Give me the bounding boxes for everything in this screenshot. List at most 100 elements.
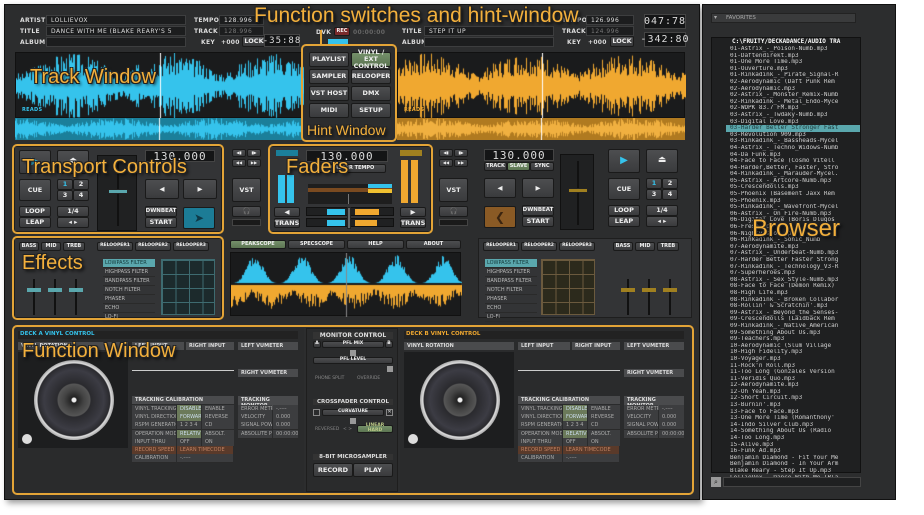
dmx-button[interactable]: DMX xyxy=(351,86,391,101)
direction-reverse-button[interactable]: ❮ xyxy=(484,206,516,228)
file-item[interactable]: 01-Astrix_-_Poison-Numb.mp3 xyxy=(726,46,860,53)
file-item[interactable]: 03-Rinkadink_-_Bassheads-Mycel xyxy=(726,138,860,145)
file-item[interactable]: 03-Digital Love.mp3 xyxy=(726,119,860,126)
nudge-forward-button[interactable]: ▶ xyxy=(522,178,554,198)
eq-mid-button[interactable]: MID xyxy=(41,242,61,251)
pfl-level-slider[interactable] xyxy=(387,366,393,372)
rewind-button[interactable]: ◀◀ xyxy=(439,159,453,167)
filter-item[interactable]: BANDPASS FILTER xyxy=(103,277,155,286)
play-button[interactable]: ▶ xyxy=(608,149,640,173)
deck-a-waveform[interactable] xyxy=(15,52,304,119)
slave-button[interactable]: SLAVE xyxy=(507,162,530,171)
relooper2-button[interactable]: RELOOPER2 xyxy=(135,242,171,251)
relooper1-button[interactable]: RELOOPER1 xyxy=(483,242,519,251)
loop-button[interactable]: LOOP xyxy=(608,205,640,216)
cue-button[interactable]: CUE xyxy=(19,179,51,201)
reversed-toggle[interactable]: REVERSED xyxy=(315,427,339,432)
filter-item[interactable]: LOWPASS FILTER xyxy=(103,259,155,268)
start-button[interactable]: START xyxy=(145,217,177,228)
file-item[interactable]: 07-Rinkadink_-_Technology_V3-R xyxy=(726,264,860,271)
xy-effect-pad[interactable] xyxy=(541,259,595,315)
prev-beat-button[interactable]: ◀▮ xyxy=(439,149,453,157)
fast-forward-button[interactable]: ▶▶ xyxy=(247,159,261,167)
file-item[interactable]: 16-Funk Ad.mp3 xyxy=(726,448,860,455)
file-item[interactable]: 05-Rinkadink_-_Wavefront-Mycel xyxy=(726,204,860,211)
file-item[interactable]: Benjamin Diamond - In Your Arm xyxy=(726,461,860,468)
leap-button[interactable]: LEAP xyxy=(19,217,51,228)
filter-item[interactable]: NOTCH FILTER xyxy=(103,286,155,295)
headphone-cue-button[interactable]: 🎧 xyxy=(232,206,261,217)
sampler-button[interactable]: SAMPLER xyxy=(309,69,349,84)
record-button[interactable]: REC xyxy=(334,27,350,36)
loop-size-stepper[interactable]: ◂ ▸ xyxy=(57,217,89,228)
file-item[interactable]: 01-Daftendirekt.mp3 xyxy=(726,53,860,60)
search-input[interactable] xyxy=(723,477,861,487)
playlist-button[interactable]: PLAYLIST xyxy=(309,52,349,67)
eq-treble-button[interactable]: TREB xyxy=(657,242,679,251)
filter-item[interactable]: ECHO xyxy=(103,304,155,313)
file-item[interactable]: 12-Short Circuit.mp3 xyxy=(726,395,860,402)
tab-help[interactable]: HELP xyxy=(347,240,404,249)
file-item[interactable]: 10-Voyager.mp3 xyxy=(726,356,860,363)
file-item[interactable]: 11-Too Long (Gonzales Version xyxy=(726,369,860,376)
file-item[interactable]: Blake Reary - Step It Up.mp3 xyxy=(726,468,860,475)
calib-option[interactable]: -.---- xyxy=(177,454,233,464)
file-item[interactable]: 14-Something About Us (Radio xyxy=(726,428,860,435)
sync-button[interactable]: SYNC xyxy=(530,162,554,171)
pfl-b-button[interactable]: B xyxy=(385,341,393,348)
file-item[interactable]: 14-Too Long.mp3 xyxy=(726,435,860,442)
loop-size[interactable]: 1/4 xyxy=(57,206,89,217)
file-item[interactable]: 08-Rollin' & Scratchin'.mp3 xyxy=(726,303,860,310)
rewind-button[interactable]: ◀◀ xyxy=(232,159,246,167)
file-item[interactable]: 04-Astrix_-_Techno_Widows-Numb xyxy=(726,145,860,152)
file-item[interactable]: 13-Face to Face.mp3 xyxy=(726,409,860,416)
cue-button[interactable]: CUE xyxy=(608,178,640,200)
master-tempo-button[interactable]: MASTER TEMPO xyxy=(318,164,386,173)
prev-beat-button[interactable]: ◀▮ xyxy=(232,149,246,157)
filter-item[interactable]: PHASER xyxy=(103,295,155,304)
file-item[interactable]: Benjamin Diamond - Fit Your Me xyxy=(726,455,860,462)
trans-b-button[interactable]: TRANS xyxy=(400,218,426,228)
speed-knob[interactable] xyxy=(22,434,32,444)
file-item[interactable]: 04-Face to Face (Cosmo Vitell xyxy=(726,158,860,165)
file-item[interactable]: 08-Rinkadink_-_Broken_Collabor xyxy=(726,297,860,304)
turntable[interactable] xyxy=(18,352,128,448)
tab-about[interactable]: ABOUT xyxy=(406,240,461,249)
trans-a-button[interactable]: TRANS xyxy=(274,218,300,228)
file-item[interactable]: 09-Astrix_-_Beyond_the_Senses- xyxy=(726,310,860,317)
vinyl-platter-icon[interactable] xyxy=(34,360,114,440)
override-toggle[interactable]: OVERRIDE xyxy=(357,376,380,381)
trans-left-arrow[interactable]: ◀ xyxy=(274,207,300,217)
vinyl-platter-icon[interactable] xyxy=(420,360,500,440)
key-lock-button[interactable]: LOCK xyxy=(610,36,634,47)
relooper-button[interactable]: RELOOPER xyxy=(351,69,391,84)
deck-b-gain[interactable] xyxy=(400,150,422,156)
fast-forward-button[interactable]: ▶▶ xyxy=(454,159,468,167)
file-item[interactable]: 08-Astrix_-_Sex_Style-Numb.mp3 xyxy=(726,277,860,284)
eq-mid-button[interactable]: MID xyxy=(635,242,655,251)
downbeat-button[interactable]: DWNBEAT xyxy=(145,206,177,217)
trans-right-arrow[interactable]: ▶ xyxy=(400,207,426,217)
eq-treble-button[interactable]: TREB xyxy=(63,242,85,251)
calib-option[interactable]: -.---- xyxy=(563,454,619,464)
nudge-back-button[interactable]: ◀ xyxy=(145,179,179,199)
next-beat-button[interactable]: ▮▶ xyxy=(454,149,468,157)
eject-button[interactable]: ⏏ xyxy=(646,149,678,173)
file-item[interactable]: 10-Aerodynamic (Slum Village xyxy=(726,343,860,350)
nudge-forward-button[interactable]: ▶ xyxy=(183,179,217,199)
downbeat-button[interactable]: DWNBEAT xyxy=(522,205,554,216)
speed-knob[interactable] xyxy=(408,434,418,444)
hotcue-2[interactable]: 2 xyxy=(73,179,89,190)
file-item[interactable]: 05-Crescendolls.mp3 xyxy=(726,184,860,191)
pitch-fader[interactable] xyxy=(560,154,594,230)
file-item[interactable]: 06-Digital Love (Boris Dlugos xyxy=(726,217,860,224)
file-item[interactable]: 09-Rinkadink_-_Native_American xyxy=(726,323,860,330)
curvature-slider[interactable] xyxy=(350,418,356,424)
file-item[interactable]: 06-Fresh.mp3 xyxy=(726,224,860,231)
filter-item[interactable]: HIGHPASS FILTER xyxy=(103,268,155,277)
tab-peakscope[interactable]: PEAKSCOPE xyxy=(230,240,286,249)
turntable[interactable] xyxy=(404,352,514,448)
file-item[interactable]: 01-Rinkadink_-_Pirate_Signal-R xyxy=(726,72,860,79)
file-item[interactable]: 02-Astrix_-_Monster_Remix-Numb xyxy=(726,92,860,99)
hotcue-2[interactable]: 2 xyxy=(662,178,678,189)
